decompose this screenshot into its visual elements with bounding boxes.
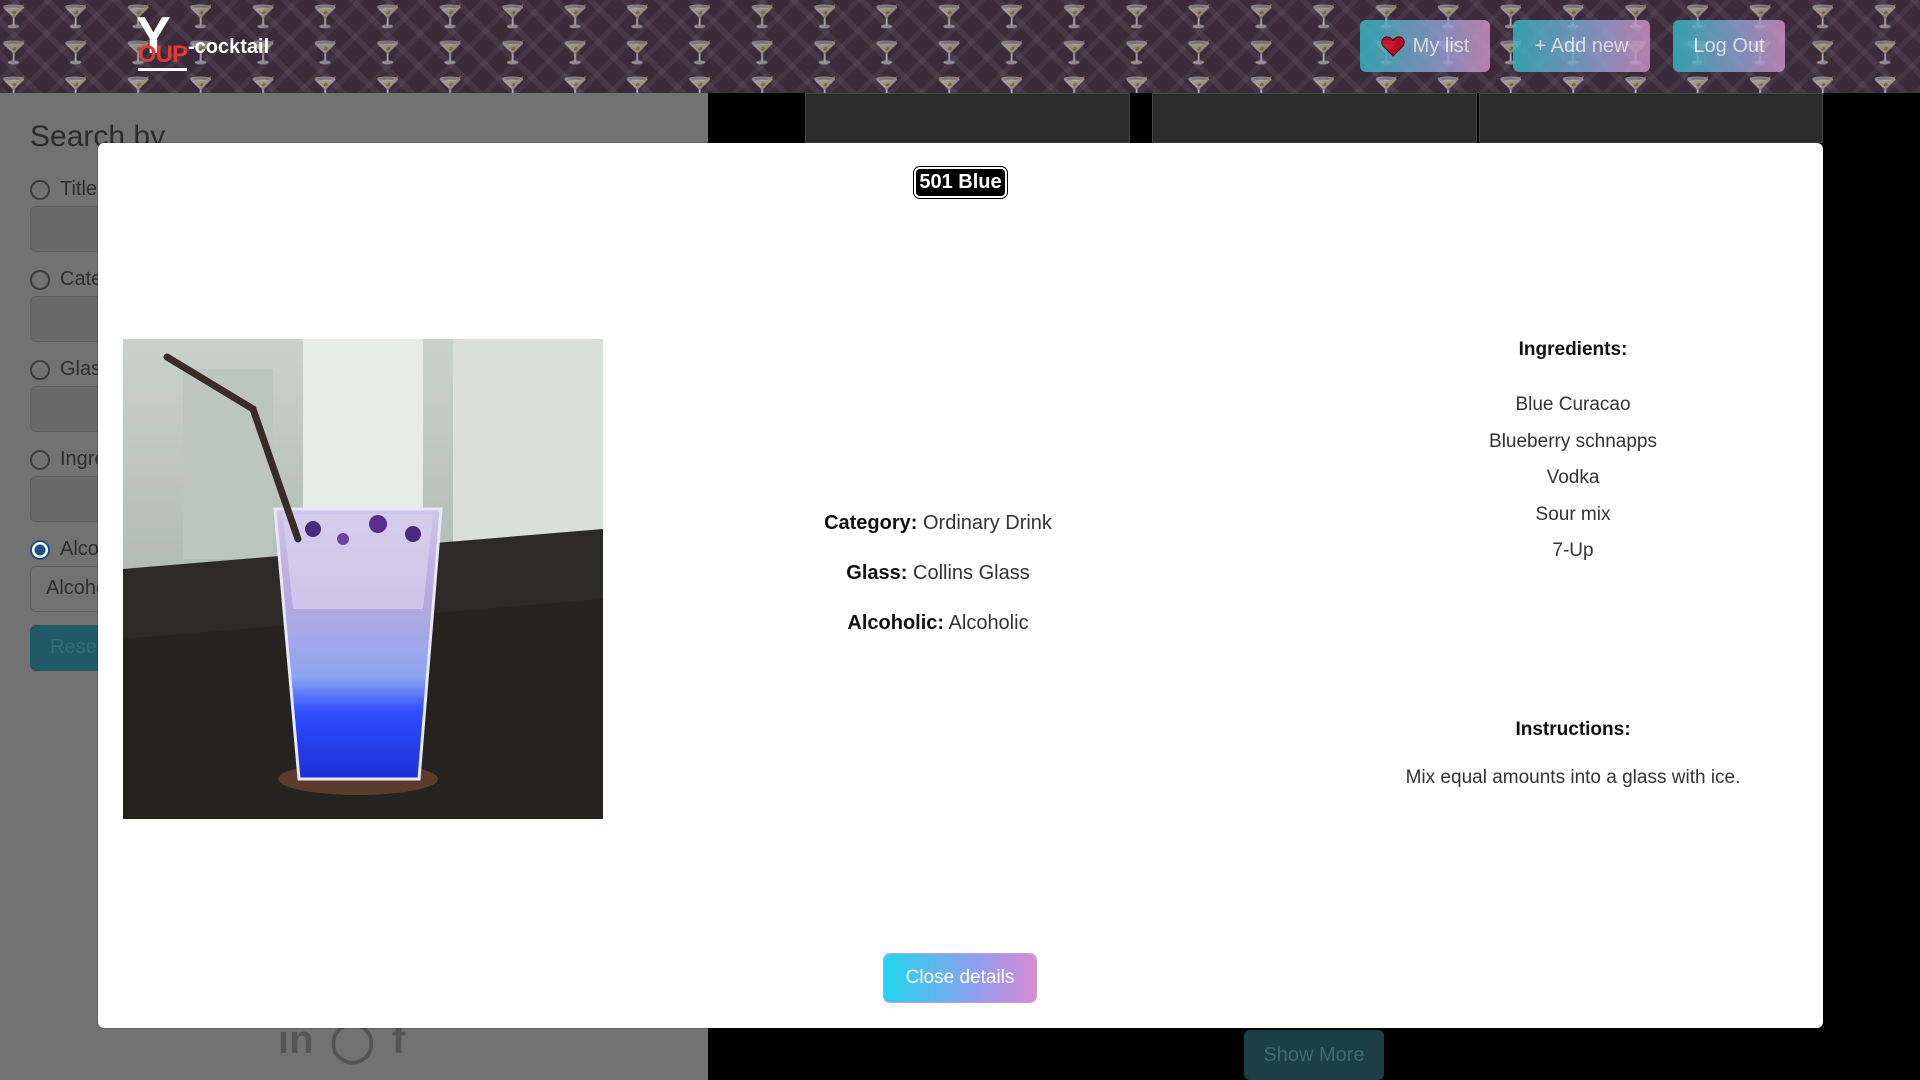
radio-circle[interactable] <box>30 269 50 290</box>
result-card[interactable] <box>1152 93 1477 143</box>
alcoholic-label: Alcoholic: <box>847 612 945 634</box>
glass-row: Glass: Collins Glass <box>658 553 1218 603</box>
ingredient-item: Blue Curacao <box>1515 394 1631 415</box>
logo-oup: OUP <box>138 42 188 71</box>
cocktail-title: 501 Blue <box>916 169 1005 196</box>
ingredients-heading: Ingredients: <box>1518 339 1628 360</box>
category-label: Category: <box>824 512 918 534</box>
modal-title-row: 501 Blue <box>98 169 1823 196</box>
top-navbar: 🍸 🍸 🍸 🍸 🍸 🍸 🍸 🍸 🍸 🍸 🍸 🍸 🍸 🍸 🍸 🍸 🍸 🍸 🍸 🍸 … <box>0 0 1920 93</box>
radio-circle[interactable] <box>30 179 50 200</box>
glass-value: Collins Glass <box>913 562 1030 584</box>
alcoholic-value: Alcoholic <box>948 612 1029 634</box>
radio-label: Title <box>60 178 98 200</box>
radio-title[interactable]: Title <box>30 178 97 201</box>
category-row: Category: Ordinary Drink <box>658 503 1218 553</box>
cocktail-photo <box>123 339 603 819</box>
my-list-label: My list <box>1412 34 1470 57</box>
add-new-button[interactable]: + Add new <box>1513 20 1650 72</box>
cocktail-info: Category: Ordinary Drink Glass: Collins … <box>658 503 1218 653</box>
add-new-label: + Add new <box>1534 34 1629 57</box>
logout-button[interactable]: Log Out <box>1673 20 1785 72</box>
close-details-button[interactable]: Close details <box>884 954 1036 1002</box>
ingredients-list: Blue Curacao Blueberry schnapps Vodka So… <box>1278 387 1868 570</box>
glass-label: Glass: <box>846 562 908 584</box>
instructions-text: Mix equal amounts into a glass with ice. <box>1405 767 1741 788</box>
alcoholic-row: Alcoholic: Alcoholic <box>658 603 1218 653</box>
radio-circle-checked[interactable] <box>30 539 50 560</box>
brand-logo[interactable]: Y OUP -cocktail <box>136 7 286 74</box>
show-more-button[interactable]: Show More <box>1244 1030 1384 1080</box>
radio-circle[interactable] <box>30 449 50 470</box>
cocktail-details-modal: 501 Blue Category: Ordinary Drink Glass:… <box>98 143 1823 1028</box>
result-card[interactable] <box>805 93 1130 143</box>
cocktail-image <box>123 339 603 819</box>
instructions-section: Instructions: Mix equal amounts into a g… <box>1278 719 1868 789</box>
result-card[interactable] <box>1479 93 1823 143</box>
ingredient-item: Blueberry schnapps <box>1489 430 1657 452</box>
heart-icon <box>1380 36 1405 57</box>
my-list-button[interactable]: My list <box>1360 20 1490 72</box>
logo-word: -cocktail <box>188 36 270 58</box>
radio-circle[interactable] <box>30 359 50 380</box>
logout-label: Log Out <box>1693 34 1765 57</box>
instructions-heading: Instructions: <box>1515 719 1631 740</box>
ingredients-section: Ingredients: Blue Curacao Blueberry schn… <box>1278 339 1868 570</box>
ingredient-item: 7-Up <box>1552 540 1594 561</box>
category-value: Ordinary Drink <box>923 512 1052 534</box>
ingredient-item: Vodka <box>1546 467 1600 488</box>
ingredient-item: Sour mix <box>1535 503 1611 525</box>
